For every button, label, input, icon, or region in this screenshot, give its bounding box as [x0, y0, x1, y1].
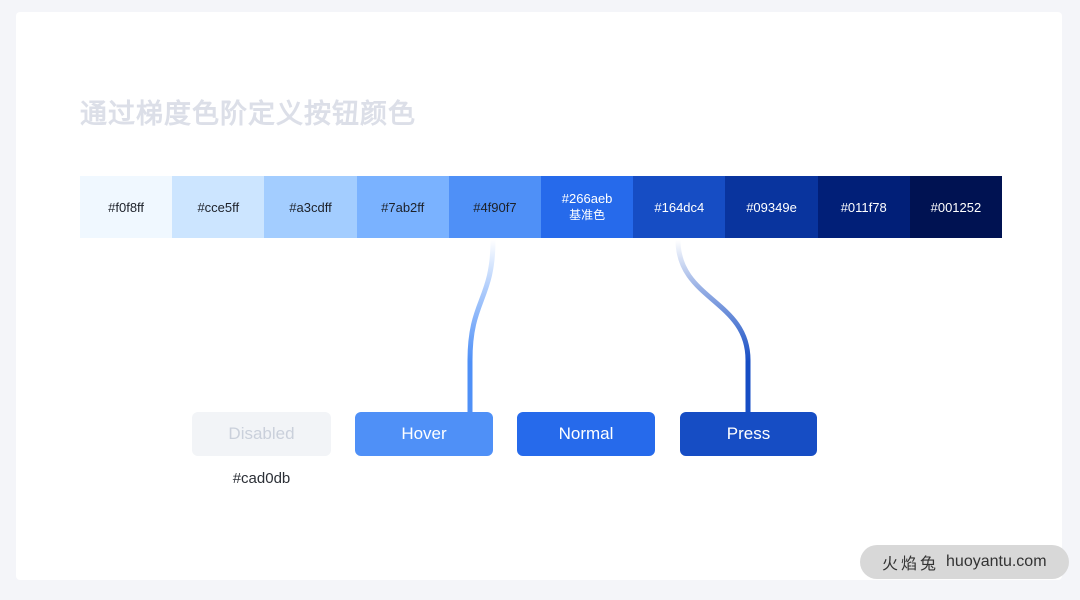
swatch-hex-label: #cce5ff: [197, 199, 240, 215]
watermark-badge: 火焰兔 huoyantu.com: [860, 545, 1069, 579]
color-swatch[interactable]: #4f90f7: [448, 176, 542, 238]
color-swatch[interactable]: #f0f8ff: [80, 176, 173, 238]
press-state-button[interactable]: Press: [680, 412, 817, 456]
color-swatch[interactable]: #001252: [909, 176, 1002, 238]
swatch-hex-label: #001252: [930, 199, 982, 215]
disabled-state-button[interactable]: Disabled: [192, 412, 331, 456]
watermark-brand-label: 火焰兔: [882, 556, 940, 573]
swatch-hex-label: #7ab2ff: [381, 199, 425, 215]
color-swatch-strip: #f0f8ff #cce5ff #a3cdff #7ab2ff #4f90f7 …: [80, 176, 1002, 238]
normal-state-button[interactable]: Normal: [517, 412, 655, 456]
color-swatch[interactable]: #09349e: [725, 176, 818, 238]
swatch-hex-label: #f0f8ff: [108, 199, 145, 215]
watermark-domain-label: huoyantu.com: [946, 553, 1047, 570]
disabled-hex-caption: #cad0db: [232, 470, 291, 487]
color-swatch[interactable]: #011f78: [817, 176, 910, 238]
hover-state-button[interactable]: Hover: [355, 412, 493, 456]
color-swatch[interactable]: #cce5ff: [172, 176, 265, 238]
swatch-hex-label: #a3cdff: [289, 199, 332, 215]
swatch-hex-label: #011f78: [840, 199, 887, 215]
color-swatch[interactable]: #7ab2ff: [356, 176, 449, 238]
swatch-hex-label: #266aeb: [561, 191, 613, 206]
color-swatch-base[interactable]: #266aeb 基准色: [541, 176, 634, 238]
page-root: 通过梯度色阶定义按钮颜色 #f0f8ff #cce5ff #a3cdff #7a…: [0, 0, 1080, 600]
page-title: 通过梯度色阶定义按钮颜色: [80, 99, 416, 129]
swatch-hex-label: #4f90f7: [473, 199, 517, 215]
color-swatch[interactable]: #a3cdff: [264, 176, 357, 238]
swatch-base-note: 基准色: [569, 208, 606, 222]
color-swatch[interactable]: #164dc4: [633, 176, 726, 238]
swatch-hex-label: #09349e: [746, 199, 797, 215]
swatch-hex-label: #164dc4: [654, 199, 705, 215]
